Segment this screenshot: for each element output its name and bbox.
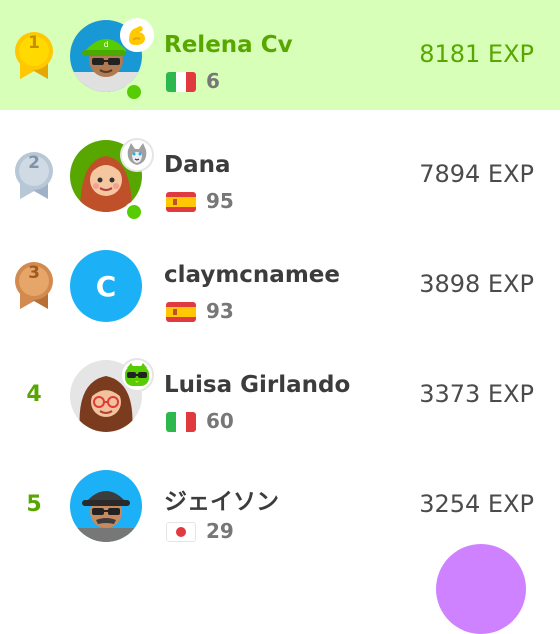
rank-slot: 4: [12, 365, 56, 425]
streak-count: 95: [206, 189, 234, 213]
floating-action-button[interactable]: [436, 544, 526, 634]
user-name: ジェイソン: [164, 489, 279, 515]
owl-sunglasses-badge-icon: [120, 358, 154, 392]
user-name: Dana: [164, 152, 231, 178]
rank-slot: 5: [12, 475, 56, 535]
xp-value: 7894 EXP: [419, 160, 534, 188]
user-name: Luisa Girlando: [164, 372, 351, 398]
italy-flag-icon: [166, 412, 196, 432]
user-avatar[interactable]: C: [70, 250, 142, 322]
rank-number: 3: [28, 263, 40, 283]
online-status-dot: [124, 82, 144, 102]
leaderboard-row-3[interactable]: 3 C claymcnamee 93 3898 EXP: [0, 230, 560, 340]
spain-flag-icon: [166, 192, 196, 212]
rank-number: 4: [26, 382, 42, 407]
xp-value: 8181 EXP: [419, 40, 534, 68]
svg-text:d: d: [103, 40, 108, 49]
rank-number: 2: [28, 153, 40, 173]
leaderboard-list: 1 d Relena Cv 6 8181 EXP 2 Dana 95 7894 …: [0, 0, 560, 560]
user-name: claymcnamee: [164, 262, 340, 288]
leaderboard-row-4[interactable]: 4 Luisa Girlando 60 3373 EXP: [0, 340, 560, 450]
rank-number: 5: [26, 492, 42, 517]
leaderboard-row-1[interactable]: 1 d Relena Cv 6 8181 EXP: [0, 0, 560, 110]
streak-count: 29: [206, 519, 234, 543]
xp-value: 3898 EXP: [419, 270, 534, 298]
gold-medal-icon: 1: [12, 25, 56, 85]
streak-count: 60: [206, 409, 234, 433]
muscle-badge-icon: [120, 18, 154, 52]
italy-flag-icon: [166, 72, 196, 92]
user-name: Relena Cv: [164, 32, 293, 58]
streak-count: 93: [206, 299, 234, 323]
user-avatar[interactable]: [70, 470, 142, 542]
bronze-medal-icon: 3: [12, 255, 56, 315]
xp-value: 3254 EXP: [419, 490, 534, 518]
spain-flag-icon: [166, 302, 196, 322]
online-status-dot: [124, 202, 144, 222]
xp-value: 3373 EXP: [419, 380, 534, 408]
silver-medal-icon: 2: [12, 145, 56, 205]
leaderboard-row-2[interactable]: 2 Dana 95 7894 EXP: [0, 120, 560, 230]
cat-badge-icon: [120, 138, 154, 172]
streak-count: 6: [206, 69, 220, 93]
rank-number: 1: [28, 33, 40, 53]
japan-flag-icon: [166, 522, 196, 542]
